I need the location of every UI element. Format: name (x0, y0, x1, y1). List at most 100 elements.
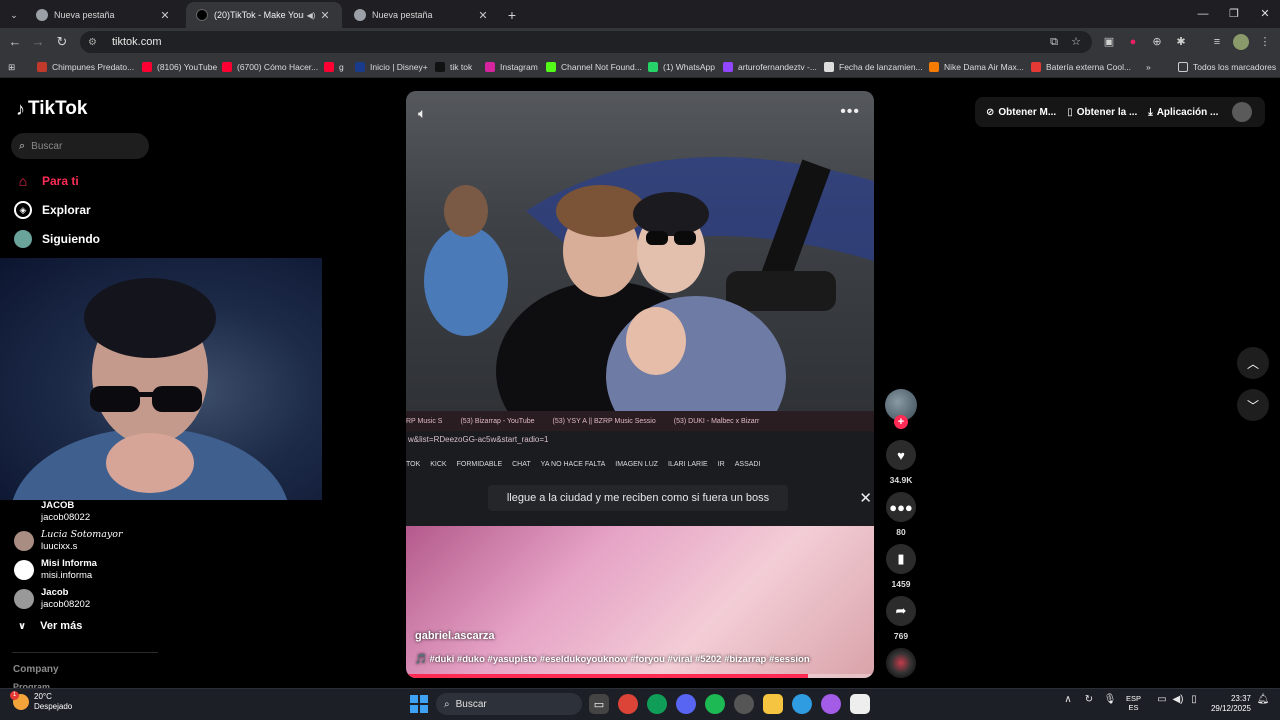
start-button[interactable] (410, 695, 428, 713)
tray-overflow-icon[interactable]: ∧ (1060, 694, 1076, 705)
spotify-icon[interactable] (705, 694, 725, 714)
share-action[interactable]: ➦ 769 (884, 596, 918, 641)
close-icon[interactable]: ✕ (318, 9, 332, 22)
file-explorer-icon[interactable] (763, 694, 783, 714)
network-icon[interactable]: ▭ (1154, 694, 1170, 705)
comment-action[interactable]: ●●● 80 (884, 492, 918, 537)
sound-disc-icon[interactable] (886, 648, 916, 678)
language-indicator[interactable]: ESP ES (1126, 694, 1141, 712)
bookmark-item[interactable]: Inicio | Disney+ (355, 59, 428, 75)
bookmarks-overflow-icon[interactable]: » (1146, 59, 1151, 75)
tab-tiktok[interactable]: (20)TikTok - Make Your Day ◀) ✕ (186, 2, 342, 28)
close-icon[interactable]: ✕ (476, 9, 490, 22)
minimize-button[interactable]: — (1186, 4, 1220, 24)
install-app-icon[interactable]: ⧉ (1046, 34, 1062, 50)
record-extension-icon[interactable]: ● (1125, 34, 1141, 50)
forward-button[interactable]: → (28, 32, 48, 52)
store-icon[interactable] (850, 694, 870, 714)
copilot-icon[interactable] (821, 694, 841, 714)
video-player[interactable]: RP Music S (53) Bizarrap - YouTube (53) … (406, 91, 874, 678)
search-input[interactable]: ⌕ Buscar (11, 133, 149, 159)
discord-icon[interactable] (676, 694, 696, 714)
microphone-icon[interactable]: 🎙︎ (1102, 694, 1118, 705)
bookmark-item[interactable]: arturofernandeztv -... (723, 59, 817, 75)
bookmark-item[interactable]: tik tok (435, 59, 472, 75)
back-button[interactable]: ← (5, 32, 25, 52)
site-info-icon[interactable]: ⚙ (88, 37, 102, 48)
tab-search-button[interactable]: ⌄ (4, 2, 24, 28)
maximize-button[interactable]: ❐ (1217, 4, 1251, 24)
taskbar-search[interactable]: ⌕ Buscar (436, 693, 582, 715)
nav-following[interactable]: Siguiendo (14, 230, 100, 248)
tiktok-logo[interactable]: ♪ TikTok (16, 98, 87, 120)
apps-grid-icon[interactable]: ⊞ (8, 59, 15, 75)
window-close-button[interactable]: ✕ (1248, 4, 1280, 24)
heart-icon[interactable]: ♥ (886, 440, 916, 470)
audio-icon[interactable]: ◀) (304, 11, 318, 20)
bookmark-icon[interactable]: ▮ (886, 544, 916, 574)
menu-icon[interactable]: ⋮ (1257, 34, 1273, 50)
volume-icon[interactable]: ◀) (1170, 694, 1186, 705)
bookmark-item[interactable]: Channel Not Found... (546, 59, 642, 75)
volume-icon[interactable]: 🔈︎ (418, 105, 426, 122)
previous-video-button[interactable]: ︿ (1237, 347, 1269, 379)
following-handle: luucixx.s (41, 541, 78, 552)
edge-icon[interactable] (792, 694, 812, 714)
tab-new-2[interactable]: Nueva pestaña ✕ (344, 2, 500, 28)
see-more-button[interactable]: ∨ Ver más (18, 620, 82, 632)
search-icon: ⌕ (444, 698, 450, 710)
chrome-icon[interactable] (618, 694, 638, 714)
bookmark-item[interactable]: Chimpunes Predato... (37, 59, 134, 75)
tab-new-1[interactable]: Nueva pestaña ✕ (26, 2, 182, 28)
save-action[interactable]: ▮ 1459 (884, 544, 918, 589)
nav-for-you[interactable]: ⌂ Para ti (14, 172, 79, 190)
chrome-profile-icon[interactable] (647, 694, 667, 714)
puzzle-icon[interactable]: ✱ (1173, 34, 1189, 50)
following-item[interactable]: JACOB jacob08022 (14, 500, 90, 524)
taskbar-clock[interactable]: 23:37 29/12/2025 (1205, 694, 1251, 714)
desktop-app-button[interactable]: ⤓ Aplicación ... (1148, 107, 1218, 118)
following-item[interactable]: Lucia Sotomayor luucixx.s (14, 529, 123, 553)
address-bar[interactable]: ⚙ tiktok.com (80, 31, 1092, 53)
task-view-icon[interactable]: ▭ (589, 694, 609, 714)
company-link[interactable]: Company (13, 664, 59, 675)
extension-icon[interactable]: ▣ (1101, 34, 1117, 50)
get-coins-button[interactable]: ⊘ Obtener M... (986, 107, 1056, 118)
follow-plus-icon[interactable]: + (894, 415, 908, 429)
get-app-button[interactable]: ▯ Obtener la ... (1067, 107, 1137, 118)
following-item[interactable]: Jacob jacob08202 (14, 587, 90, 611)
video-author[interactable]: gabriel.ascarza (415, 630, 495, 642)
bookmark-item[interactable]: Nike Dama Air Max... (929, 59, 1024, 75)
bookmark-item[interactable]: (8106) YouTube (142, 59, 217, 75)
bookmark-item[interactable]: g (324, 59, 344, 75)
nav-explore[interactable]: ◈ Explorar (14, 201, 91, 219)
bookmark-item[interactable]: Instagram (485, 59, 538, 75)
bookmark-item[interactable]: Fecha de lanzamien... (824, 59, 923, 75)
next-video-button[interactable]: ﹀ (1237, 389, 1269, 421)
bookmark-star-icon[interactable]: ☆ (1068, 34, 1084, 50)
like-action[interactable]: ♥ 34.9K (884, 440, 918, 485)
notifications-icon[interactable]: 🔔︎ (1255, 694, 1271, 705)
bookmark-item[interactable]: (1) WhatsApp (648, 59, 715, 75)
profile-avatar[interactable] (1233, 34, 1249, 50)
bookmark-label: Channel Not Found... (561, 62, 642, 72)
reload-button[interactable]: ↻ (52, 32, 72, 52)
add-extension-icon[interactable]: ⊕ (1149, 34, 1165, 50)
steam-icon[interactable] (734, 694, 754, 714)
sync-icon[interactable]: ↻ (1081, 694, 1097, 705)
video-progress-bar[interactable] (406, 674, 874, 678)
battery-icon[interactable]: ▯ (1186, 694, 1202, 705)
new-tab-button[interactable]: + (502, 2, 522, 28)
following-item[interactable]: Misi Informa misi.informa (14, 558, 97, 582)
share-icon[interactable]: ➦ (886, 596, 916, 626)
more-options-icon[interactable]: ••• (840, 103, 860, 121)
close-icon[interactable]: ✕ (158, 9, 172, 22)
bookmark-item[interactable]: Batería externa Cool... (1031, 59, 1131, 75)
all-bookmarks-label: Todos los marcadores (1193, 62, 1277, 72)
bookmark-item[interactable]: (6700) Cómo Hacer... (222, 59, 318, 75)
weather-widget[interactable]: 1 20°C Despejado (10, 691, 72, 712)
all-bookmarks[interactable]: Todos los marcadores (1178, 59, 1276, 75)
comment-icon[interactable]: ●●● (886, 492, 916, 522)
user-avatar[interactable] (1232, 102, 1253, 122)
media-control-icon[interactable]: ≡ (1209, 34, 1225, 50)
